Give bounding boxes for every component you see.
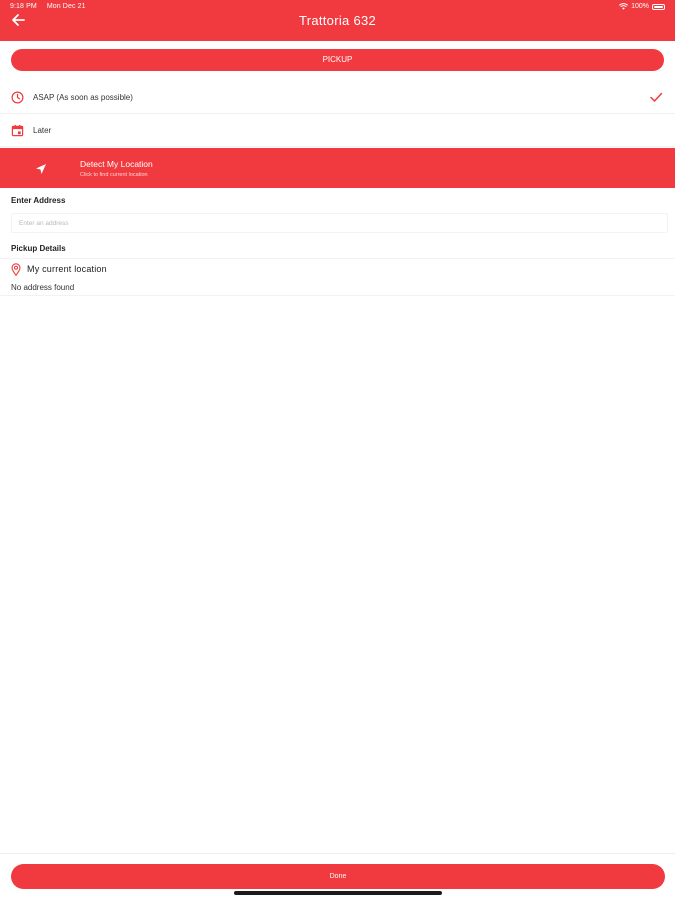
pickup-location-row: My current location (11, 262, 107, 276)
status-time: 9:18 PM (10, 3, 37, 10)
status-bar-right: 100% (619, 3, 665, 10)
enter-address-label: Enter Address (11, 196, 66, 205)
option-asap-label: ASAP (As soon as possible) (33, 93, 133, 102)
pickup-location-name: My current location (27, 264, 107, 274)
check-icon (650, 92, 663, 102)
battery-icon (652, 3, 665, 10)
address-input[interactable] (11, 213, 668, 233)
detect-location-title: Detect My Location (80, 159, 153, 169)
page-title: Trattoria 632 (298, 13, 377, 28)
clock-icon (11, 91, 24, 104)
detect-location-button[interactable]: Detect My Location Click to find current… (0, 148, 675, 188)
option-later[interactable]: Later (0, 115, 675, 147)
divider (0, 258, 675, 259)
pickup-address: No address found (11, 283, 75, 292)
done-button[interactable]: Done (11, 864, 665, 889)
pickup-button[interactable]: PICKUP (11, 49, 664, 71)
detect-location-subtitle: Click to find current location (80, 172, 148, 178)
location-pin-icon (11, 262, 21, 276)
divider (0, 295, 675, 296)
footer-divider (0, 853, 675, 854)
wifi-icon (619, 3, 629, 10)
status-bar-left: 9:18 PM Mon Dec 21 (10, 3, 94, 10)
navigation-arrow-icon (36, 164, 46, 174)
battery-percent: 100% (631, 3, 649, 10)
top-bar: 9:18 PM Mon Dec 21 100% Trattoria 632 (0, 0, 675, 41)
status-date: Mon Dec 21 (46, 3, 86, 10)
option-later-label: Later (33, 126, 52, 135)
home-indicator (234, 891, 442, 895)
option-asap[interactable]: ASAP (As soon as possible) (0, 82, 675, 114)
pickup-details-label: Pickup Details (11, 244, 66, 253)
calendar-icon (11, 124, 24, 137)
